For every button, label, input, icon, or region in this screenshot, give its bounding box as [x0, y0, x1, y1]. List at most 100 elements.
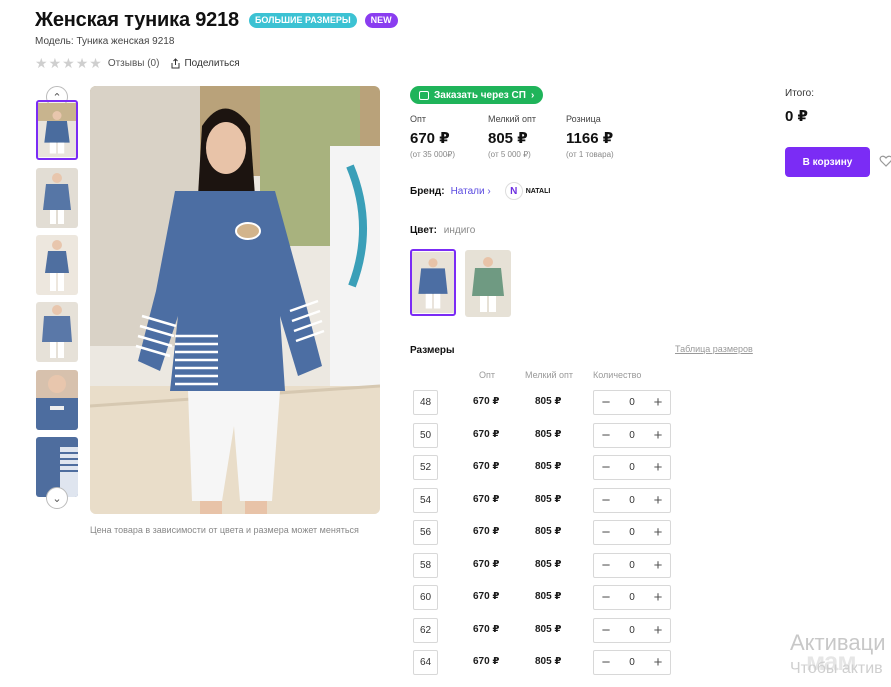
plus-button[interactable]: + [652, 395, 664, 410]
size-price-small-opt: 805 ₽ [535, 656, 562, 667]
thumbnail-1[interactable] [36, 100, 78, 160]
quantity-value[interactable]: 0 [629, 495, 635, 506]
product-photo-image [90, 86, 380, 514]
size-price-small-opt: 805 ₽ [535, 461, 562, 472]
price-condition: (от 1 товара) [566, 150, 614, 159]
star-icon: ★ [48, 55, 62, 71]
thumbnail-4[interactable] [36, 302, 78, 362]
price-label: Опт [410, 114, 426, 124]
plus-button[interactable]: + [652, 428, 664, 443]
quantity-value[interactable]: 0 [629, 430, 635, 441]
minus-button[interactable]: − [600, 655, 612, 670]
reviews-link[interactable]: Отзывы (0) [108, 58, 160, 69]
quantity-stepper: − 0 + [593, 520, 671, 545]
swatch-image [465, 250, 511, 317]
plus-button[interactable]: + [652, 655, 664, 670]
share-button[interactable]: Поделиться [171, 57, 240, 69]
price-label: Мелкий опт [488, 114, 537, 124]
minus-button[interactable]: − [600, 623, 612, 638]
quantity-stepper: − 0 + [593, 487, 671, 513]
plus-button[interactable]: + [652, 525, 664, 540]
plus-button[interactable]: + [652, 590, 664, 605]
brand-logo[interactable]: N NATALI [504, 182, 551, 200]
rating-stars[interactable]: ★ ★ ★ ★ ★ [35, 56, 102, 70]
main-product-photo[interactable] [90, 86, 380, 514]
minus-button[interactable]: − [600, 558, 612, 573]
color-value: индиго [443, 225, 476, 236]
column-header-small-opt: Мелкий опт [525, 370, 574, 380]
rating-row: ★ ★ ★ ★ ★ Отзывы (0) Поделиться [35, 56, 240, 70]
price-retail: Розница 1166 ₽ (от 1 товара) [566, 114, 656, 159]
quantity-value[interactable]: 0 [629, 560, 635, 571]
photo-note: Цена товара в зависимости от цвета и раз… [90, 525, 359, 535]
plus-button[interactable]: + [652, 493, 664, 508]
minus-button[interactable]: − [600, 460, 612, 475]
size-table-link[interactable]: Таблица размеров [675, 344, 753, 354]
size-label: 56 [413, 520, 438, 545]
minus-button[interactable]: − [600, 525, 612, 540]
share-label: Поделиться [184, 57, 240, 69]
brand-logo-text: NATALI [525, 187, 551, 195]
total-label: Итого: [785, 88, 814, 99]
size-price-small-opt: 805 ₽ [535, 558, 562, 570]
brand-link[interactable]: Натали › [451, 186, 491, 197]
total-value: 0 ₽ [785, 108, 808, 125]
size-price-opt: 670 ₽ [473, 526, 500, 537]
cart-icon [419, 90, 429, 100]
size-price-opt: 670 ₽ [473, 493, 500, 505]
size-label: 50 [413, 422, 438, 448]
quantity-value[interactable]: 0 [629, 657, 635, 668]
thumbnail-image [36, 168, 78, 228]
thumbnail-3[interactable] [36, 235, 78, 295]
size-row: 56 670 ₽ 805 ₽ − 0 + [413, 520, 713, 545]
sizes-title: Размеры [410, 345, 455, 356]
plus-button[interactable]: + [652, 558, 664, 573]
quantity-value[interactable]: 0 [629, 462, 635, 473]
price-value: 670 ₽ [410, 130, 450, 147]
price-condition: (от 35 000₽) [410, 150, 456, 159]
minus-button[interactable]: − [600, 590, 612, 605]
size-row: 60 670 ₽ 805 ₽ − 0 + [413, 585, 713, 610]
thumbnail-image [36, 370, 78, 430]
badge-new: NEW [364, 13, 398, 28]
price-small-wholesale: Мелкий опт 805 ₽ (от 5 000 ₽) [488, 114, 566, 159]
order-sp-button[interactable]: Заказать через СП › [410, 86, 544, 104]
thumbs-down-button[interactable]: ⌄ [46, 487, 68, 509]
price-value: 1166 ₽ [566, 130, 614, 147]
heart-icon[interactable] [879, 154, 891, 168]
size-label: 58 [413, 552, 438, 578]
size-price-opt: 670 ₽ [473, 461, 500, 472]
quantity-stepper: − 0 + [593, 455, 671, 480]
quantity-value[interactable]: 0 [629, 527, 635, 538]
size-price-small-opt: 805 ₽ [535, 623, 562, 635]
brand-name: Натали [450, 185, 485, 197]
quantity-value[interactable]: 0 [629, 397, 635, 408]
color-swatch-green[interactable] [465, 250, 511, 317]
column-header-quantity: Количество [593, 370, 642, 380]
thumbnail-5[interactable] [36, 370, 78, 430]
size-row: 50 670 ₽ 805 ₽ − 0 + [413, 422, 713, 448]
size-label: 60 [413, 585, 438, 610]
minus-button[interactable]: − [600, 493, 612, 508]
quantity-stepper: − 0 + [593, 617, 671, 643]
quantity-value[interactable]: 0 [629, 592, 635, 603]
add-to-cart-button[interactable]: В корзину [785, 147, 870, 177]
size-price-small-opt: 805 ₽ [535, 591, 562, 602]
size-row: 62 670 ₽ 805 ₽ − 0 + [413, 617, 713, 643]
star-icon: ★ [62, 55, 75, 71]
color-swatch-indigo[interactable] [410, 249, 456, 316]
minus-button[interactable]: − [600, 428, 612, 443]
quantity-stepper: − 0 + [593, 422, 671, 448]
size-row: 48 670 ₽ 805 ₽ − 0 + [413, 390, 713, 415]
brand-row: Бренд: Натали › N NATALI [410, 182, 550, 200]
brand-logo-icon: N [504, 182, 523, 200]
thumbnail-2[interactable] [36, 168, 78, 228]
minus-button[interactable]: − [600, 395, 612, 410]
activation-watermark-hint: Чтобы актив [790, 660, 883, 677]
size-price-opt: 670 ₽ [473, 558, 500, 570]
quantity-value[interactable]: 0 [629, 625, 635, 636]
star-icon: ★ [89, 55, 102, 71]
plus-button[interactable]: + [652, 623, 664, 638]
plus-button[interactable]: + [652, 460, 664, 475]
size-label: 62 [413, 617, 438, 643]
